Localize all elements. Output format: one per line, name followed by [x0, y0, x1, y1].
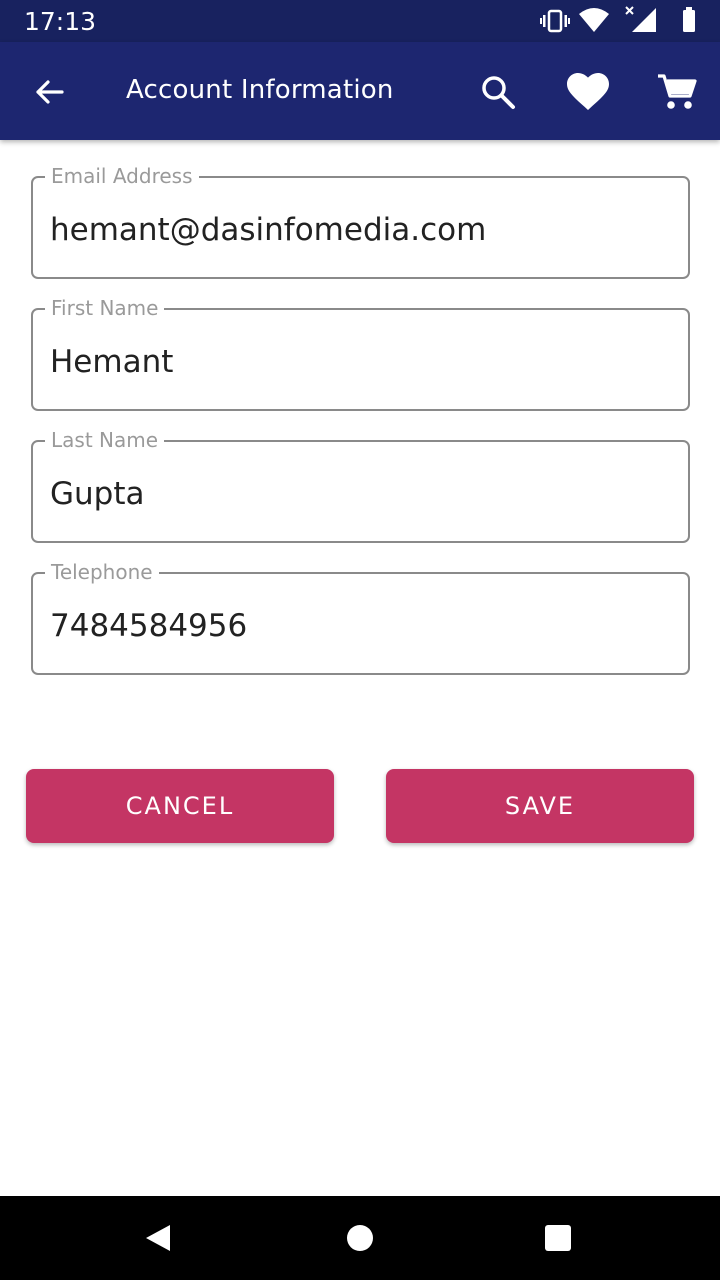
last-name-field-label: Last Name [45, 427, 165, 453]
status-time: 17:13 [24, 7, 97, 36]
first-name-input[interactable]: Hemant [50, 340, 670, 384]
nav-home-button[interactable] [338, 1216, 382, 1260]
cancel-button[interactable]: CANCEL [26, 769, 334, 843]
system-nav-bar [0, 1196, 720, 1280]
search-button[interactable] [472, 66, 524, 118]
last-name-input[interactable]: Gupta [50, 472, 670, 516]
nav-recents-icon [545, 1225, 571, 1251]
vibrate-icon [540, 9, 570, 33]
search-icon [482, 76, 515, 109]
status-bar: 17:13 [0, 0, 720, 42]
cart-button[interactable] [651, 66, 703, 118]
telephone-field-label: Telephone [45, 559, 159, 585]
email-field[interactable]: Email Address hemant@dasinfomedia.com [31, 163, 690, 279]
email-field-label: Email Address [45, 163, 199, 189]
save-button[interactable]: SAVE [386, 769, 694, 843]
app-bar: Account Information [0, 42, 720, 140]
page-title: Account Information [126, 75, 394, 105]
first-name-field-label: First Name [45, 295, 165, 321]
heart-icon [567, 73, 609, 110]
telephone-field[interactable]: Telephone 7484584956 [31, 559, 690, 675]
cellular-signal-icon [625, 6, 656, 32]
account-information-screen: 17:13 Account Information Email Address … [0, 0, 720, 1280]
nav-recents-button[interactable] [536, 1216, 580, 1260]
nav-back-button[interactable] [136, 1216, 180, 1260]
last-name-field[interactable]: Last Name Gupta [31, 427, 690, 543]
battery-icon [683, 7, 695, 32]
wishlist-button[interactable] [562, 66, 614, 118]
wifi-icon [579, 8, 609, 32]
first-name-field[interactable]: First Name Hemant [31, 295, 690, 411]
back-arrow-icon [36, 80, 64, 104]
nav-home-icon [347, 1225, 373, 1251]
back-button[interactable] [24, 67, 74, 117]
email-input[interactable]: hemant@dasinfomedia.com [50, 208, 670, 252]
telephone-input[interactable]: 7484584956 [50, 604, 670, 648]
nav-back-icon [146, 1225, 170, 1251]
cart-icon [658, 74, 697, 109]
